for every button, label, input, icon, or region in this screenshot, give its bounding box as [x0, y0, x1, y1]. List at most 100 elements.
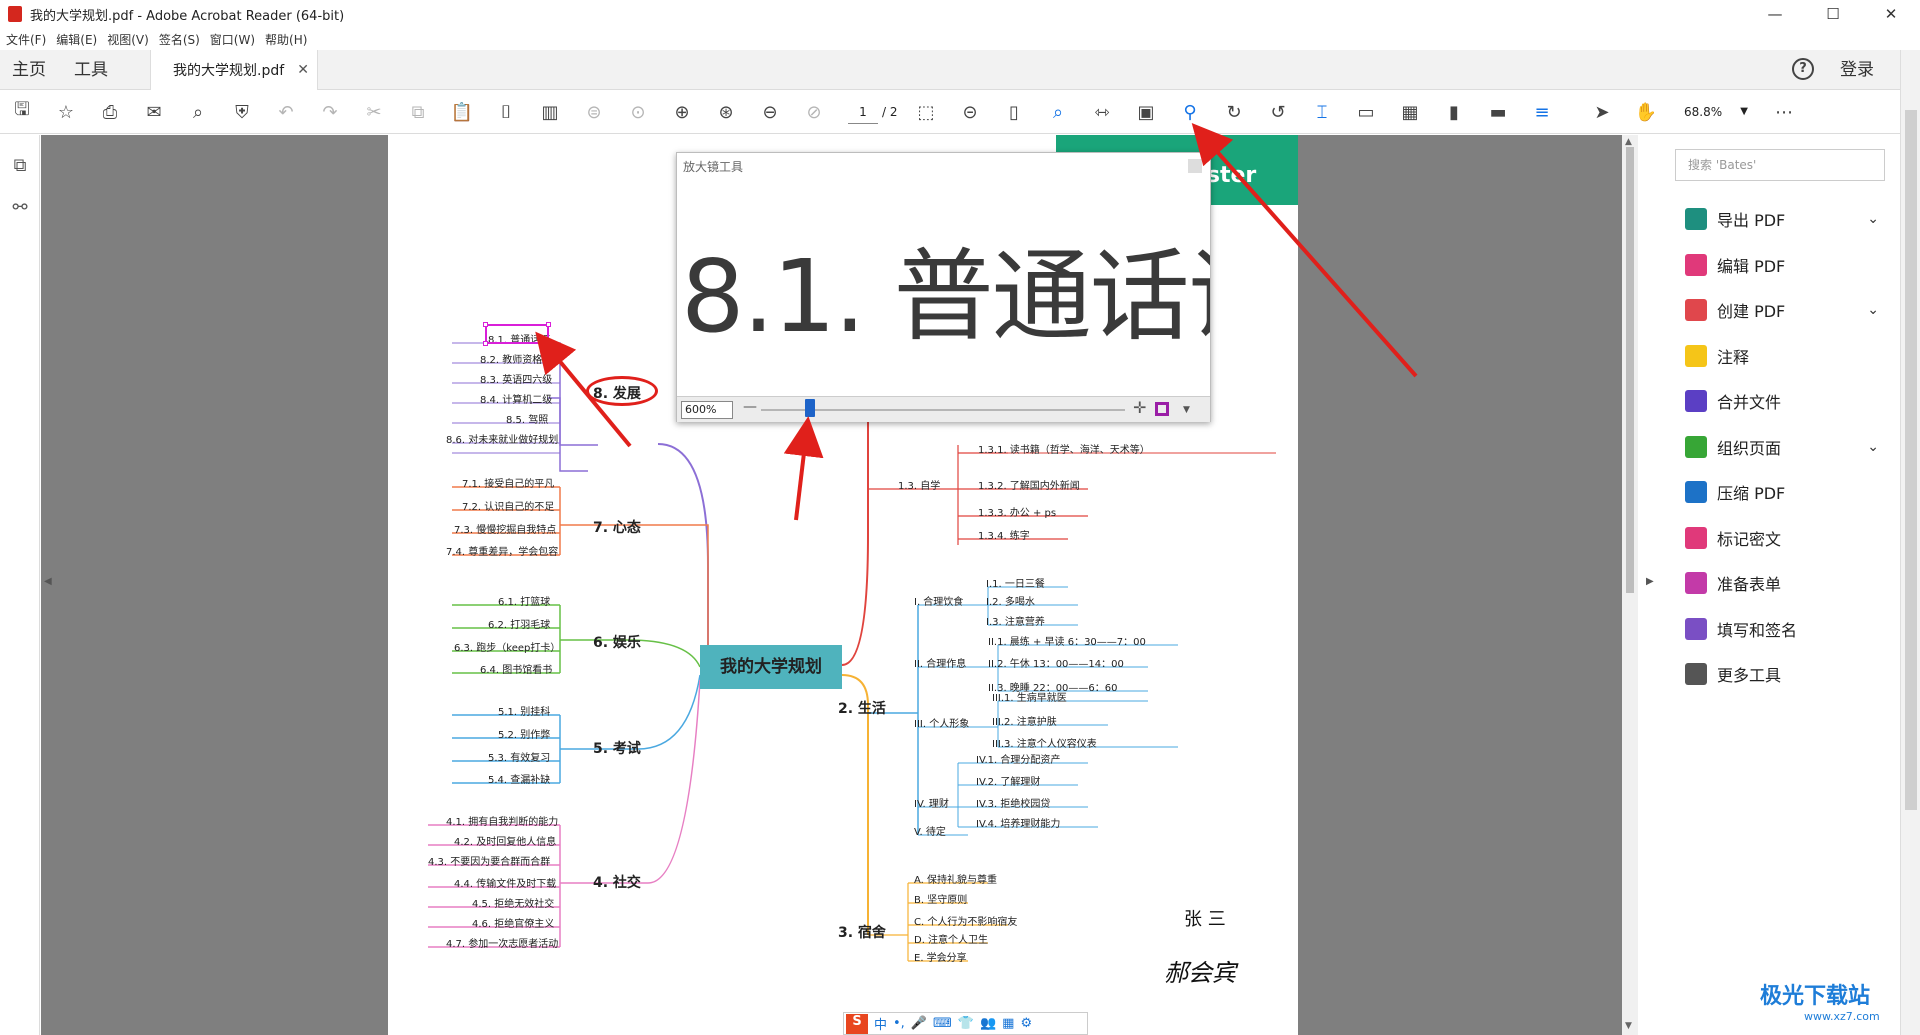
chevron-down-icon[interactable]: ⌄	[1867, 439, 1879, 455]
paste-icon[interactable]: 📋	[450, 100, 474, 124]
fit-width-icon[interactable]: ⇿	[1090, 100, 1114, 124]
outer-scrollbar-thumb[interactable]	[1905, 110, 1917, 810]
chevron-down-icon[interactable]: ▼	[1183, 405, 1190, 415]
loupe-zoom-in-icon[interactable]: ✛	[1133, 398, 1146, 417]
tab-tools[interactable]: 工具	[74, 50, 108, 90]
tool-item[interactable]: 填写和签名	[1685, 613, 1885, 645]
read-mode-icon[interactable]: ≡	[1530, 100, 1554, 124]
protect-icon[interactable]: ⛨	[230, 100, 254, 124]
zoom-select[interactable]: 68.8% ▼	[1684, 100, 1748, 124]
menu-sign[interactable]: 签名(S)	[159, 31, 200, 48]
collapse-right-icon[interactable]: ▶	[1646, 576, 1654, 587]
bookmark-star-icon[interactable]: ☆	[54, 100, 78, 124]
tool-item[interactable]: 创建 PDF ⌄	[1685, 294, 1885, 326]
single-page-icon[interactable]: ▯	[1002, 100, 1026, 124]
thumbnails-icon[interactable]: ▦	[1398, 100, 1422, 124]
image-icon[interactable]: ▣	[1134, 100, 1158, 124]
print-icon[interactable]: ⎙	[98, 100, 122, 124]
scroll-down-icon[interactable]: ▼	[1625, 1021, 1632, 1031]
loupe-close-button[interactable]	[1188, 159, 1202, 173]
two-page-icon[interactable]: ▮	[1442, 100, 1466, 124]
find-text-icon[interactable]: ⌕	[1046, 100, 1070, 124]
ime-skin-icon[interactable]: 👕	[958, 1016, 974, 1031]
chevron-down-icon[interactable]: ⌄	[1867, 302, 1879, 318]
hand-tool-icon[interactable]: ✋	[1634, 100, 1658, 124]
minimize-button[interactable]: —	[1746, 0, 1804, 28]
close-tab-icon[interactable]: ✕	[297, 62, 309, 78]
last-page-icon[interactable]: ⊛	[714, 100, 738, 124]
ime-settings-icon[interactable]: ⚙	[1020, 1016, 1032, 1031]
menu-edit[interactable]: 编辑(E)	[56, 31, 97, 48]
collapse-left-icon[interactable]: ◀	[44, 576, 52, 587]
ime-keyboard-icon[interactable]: ⌨	[933, 1016, 952, 1031]
pages-panel-icon[interactable]: ⧉	[8, 155, 32, 179]
next-page-icon[interactable]: ⊕	[670, 100, 694, 124]
tool-item[interactable]: 更多工具	[1685, 658, 1885, 690]
node-life-4-2: IV.2. 了解理财	[976, 777, 1041, 788]
ime-chinese[interactable]: 中	[874, 1014, 887, 1033]
tool-item[interactable]: 合并文件	[1685, 385, 1885, 417]
menu-file[interactable]: 文件(F)	[6, 31, 46, 48]
redo-icon[interactable]: ↷	[318, 100, 342, 124]
tool-item[interactable]: 压缩 PDF	[1685, 476, 1885, 508]
menu-window[interactable]: 窗口(W)	[210, 31, 255, 48]
tool-item[interactable]: 准备表单	[1685, 567, 1885, 599]
tools-search-input[interactable]: 搜索 'Bates'	[1675, 149, 1885, 181]
save-icon[interactable]: 🖫	[10, 99, 34, 124]
chevron-down-icon[interactable]: ⌄	[1867, 211, 1879, 227]
tool-item[interactable]: 导出 PDF ⌄	[1685, 203, 1885, 235]
rotate-cw-icon[interactable]: ↻	[1222, 100, 1246, 124]
tool-icon	[1685, 253, 1707, 276]
prev-page-icon[interactable]: ⊙	[626, 100, 650, 124]
ime-toolbar[interactable]: S 中 •, 🎤 ⌨ 👕 👥 ▦ ⚙	[843, 1012, 1088, 1035]
vertical-scrollbar[interactable]: ▲ ▼	[1622, 135, 1638, 1035]
tab-home[interactable]: 主页	[12, 50, 46, 90]
scrollbar-thumb[interactable]	[1626, 147, 1634, 593]
forward-icon[interactable]: ⊘	[802, 100, 826, 124]
snapshot-icon[interactable]: ⌷	[494, 100, 518, 124]
loupe-selection-rect[interactable]	[483, 322, 551, 346]
loupe-color-swatch[interactable]	[1155, 402, 1169, 416]
compare-icon[interactable]: ▥	[538, 100, 562, 124]
loupe-tool-icon[interactable]: ⚲	[1178, 100, 1202, 124]
tool-item[interactable]: 组织页面 ⌄	[1685, 431, 1885, 463]
back-icon[interactable]: ⊖	[758, 100, 782, 124]
ime-user-icon[interactable]: 👥	[980, 1016, 996, 1031]
loupe-zoom-input[interactable]: 600%	[681, 401, 733, 419]
search-icon[interactable]: ⌕	[186, 100, 210, 124]
cut-icon[interactable]: ✂	[362, 100, 386, 124]
rotate-ccw-icon[interactable]: ↺	[1266, 100, 1290, 124]
maximize-button[interactable]: ☐	[1804, 0, 1862, 28]
attachments-icon[interactable]: ⚯	[8, 197, 32, 221]
undo-icon[interactable]: ↶	[274, 100, 298, 124]
full-screen-icon[interactable]: ▬	[1486, 100, 1510, 124]
page-number-input[interactable]: 1	[848, 100, 878, 124]
loupe-zoom-out-icon[interactable]: —	[743, 399, 757, 415]
more-icon[interactable]: ⋯	[1772, 100, 1796, 124]
copy-icon[interactable]: ⧉	[406, 100, 430, 124]
tab-document[interactable]: 我的大学规划.pdf ✕	[150, 50, 318, 90]
loupe-zoom-slider[interactable]	[805, 399, 815, 417]
login-button[interactable]: 登录	[1840, 50, 1874, 90]
zoom-out-icon[interactable]: ⊝	[958, 100, 982, 124]
ime-grid-icon[interactable]: ▦	[1002, 1016, 1014, 1031]
loupe-zoom-track[interactable]	[761, 409, 1125, 411]
loupe-tool-window[interactable]: 放大镜工具 8.1. 普通话证 600% — ✛ ▼	[676, 152, 1211, 422]
scroll-up-icon[interactable]: ▲	[1625, 137, 1632, 147]
marquee-zoom-icon[interactable]: ⬚	[914, 100, 938, 124]
email-icon[interactable]: ✉	[142, 100, 166, 124]
menu-view[interactable]: 视图(V)	[107, 31, 149, 48]
ime-mic-icon[interactable]: 🎤	[911, 1016, 927, 1031]
help-icon[interactable]: ?	[1792, 58, 1814, 80]
menu-help[interactable]: 帮助(H)	[265, 31, 307, 48]
tool-item[interactable]: 注释	[1685, 340, 1885, 372]
ime-punct-icon[interactable]: •,	[893, 1016, 905, 1031]
tool-item[interactable]: 标记密文	[1685, 522, 1885, 554]
select-cursor-icon[interactable]: ➤	[1590, 100, 1614, 124]
close-window-button[interactable]: ✕	[1862, 0, 1920, 28]
fit-page-icon[interactable]: ⌶	[1310, 100, 1334, 124]
first-page-icon[interactable]: ⊜	[582, 100, 606, 124]
outer-scrollbar[interactable]	[1900, 50, 1920, 1035]
tool-item[interactable]: 编辑 PDF	[1685, 249, 1885, 281]
page-icon[interactable]: ▭	[1354, 100, 1378, 124]
